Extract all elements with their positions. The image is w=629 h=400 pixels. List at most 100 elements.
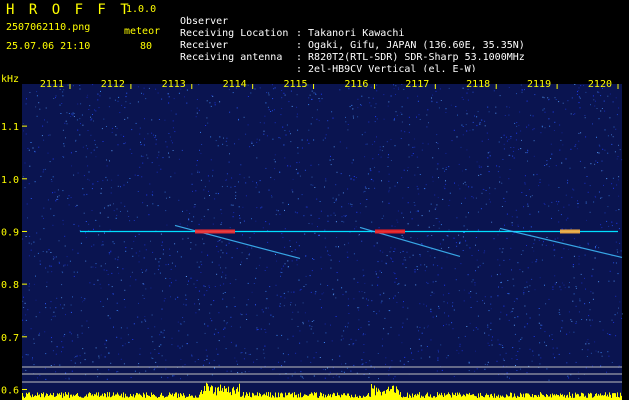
activity-bar (425, 395, 426, 400)
activity-bar (300, 392, 301, 400)
activity-bar (442, 395, 443, 400)
activity-bar (388, 386, 389, 400)
activity-bar (563, 396, 564, 400)
activity-bar (155, 396, 156, 400)
activity-bar (259, 392, 260, 400)
activity-bar (192, 395, 193, 400)
activity-bar (381, 395, 382, 400)
activity-bar (433, 396, 434, 400)
activity-bar (323, 393, 324, 400)
activity-bar (580, 396, 581, 400)
activity-bar (603, 395, 604, 400)
activity-bar (502, 395, 503, 400)
activity-bar (330, 394, 331, 400)
activity-bar (507, 395, 508, 400)
activity-bar (491, 393, 492, 400)
activity-bar (102, 393, 103, 400)
activity-bar (334, 393, 335, 400)
activity-bar (368, 393, 369, 400)
activity-bar (149, 395, 150, 400)
activity-bar (372, 388, 373, 400)
activity-bar (239, 383, 240, 400)
activity-bar (528, 393, 529, 400)
activity-bar (597, 395, 598, 400)
activity-bar (98, 392, 99, 400)
activity-bar (211, 385, 212, 400)
activity-bar (139, 393, 140, 400)
activity-bar (88, 393, 89, 400)
activity-bar (180, 393, 181, 400)
activity-bar (535, 395, 536, 400)
activity-bar (589, 394, 590, 400)
activity-bar (278, 392, 279, 400)
activity-bar (487, 394, 488, 400)
activity-bar (68, 392, 69, 400)
activity-bar (550, 394, 551, 400)
activity-bar (272, 395, 273, 400)
activity-bar (601, 395, 602, 400)
activity-bar (215, 387, 216, 400)
y-tick-label: 0.9 (1, 227, 19, 238)
activity-bar (114, 395, 115, 400)
x-tick-label: 2111 (40, 79, 64, 90)
activity-bar (57, 393, 58, 400)
activity-bar (595, 394, 596, 400)
activity-bar (77, 393, 78, 400)
activity-bar (448, 392, 449, 400)
activity-bar (243, 392, 244, 400)
activity-bar (525, 393, 526, 400)
activity-bar (71, 394, 72, 400)
activity-bar (146, 392, 147, 400)
activity-bar (440, 395, 441, 400)
activity-bar (547, 395, 548, 400)
activity-bar (224, 386, 225, 400)
activity-bar (262, 395, 263, 400)
activity-bar (450, 395, 451, 400)
activity-bar (490, 394, 491, 400)
activity-bar (247, 393, 248, 400)
activity-bar (558, 395, 559, 400)
activity-bar (242, 395, 243, 400)
activity-bar (56, 395, 57, 400)
activity-bar (501, 396, 502, 400)
echo-head (560, 229, 580, 234)
activity-bar (515, 396, 516, 400)
activity-bar (182, 396, 183, 400)
activity-bar (542, 394, 543, 400)
activity-bar (602, 395, 603, 400)
activity-bar (131, 395, 132, 400)
spectrogram-chart: 2111 2112 2113 2114 2115 2116 2117 2118 2119 2120… (0, 72, 629, 400)
activity-bar (538, 394, 539, 400)
activity-bar (612, 393, 613, 400)
activity-bar (598, 394, 599, 400)
activity-bar (225, 388, 226, 400)
activity-bar (245, 395, 246, 400)
activity-bar (474, 395, 475, 400)
activity-bar (374, 385, 375, 400)
activity-bar (620, 392, 621, 400)
activity-bar (135, 395, 136, 400)
activity-bar (60, 394, 61, 400)
activity-bar (132, 396, 133, 400)
activity-bar (588, 393, 589, 400)
activity-bar (184, 395, 185, 400)
activity-bar (517, 395, 518, 400)
app-version: 1.0.0 (126, 4, 157, 15)
activity-bar (319, 396, 320, 400)
activity-bar (306, 395, 307, 400)
activity-bar (189, 394, 190, 400)
activity-bar (521, 394, 522, 400)
activity-bar (552, 393, 553, 400)
activity-bar (567, 394, 568, 400)
activity-bar (303, 395, 304, 400)
activity-bar (120, 395, 121, 400)
activity-bar (246, 392, 247, 400)
activity-bar (147, 395, 148, 400)
activity-bar (190, 396, 191, 400)
activity-bar (467, 393, 468, 400)
activity-bar (261, 396, 262, 400)
activity-bar (529, 394, 530, 400)
activity-bar (175, 392, 176, 400)
activity-bar (594, 396, 595, 400)
activity-bar (410, 395, 411, 400)
